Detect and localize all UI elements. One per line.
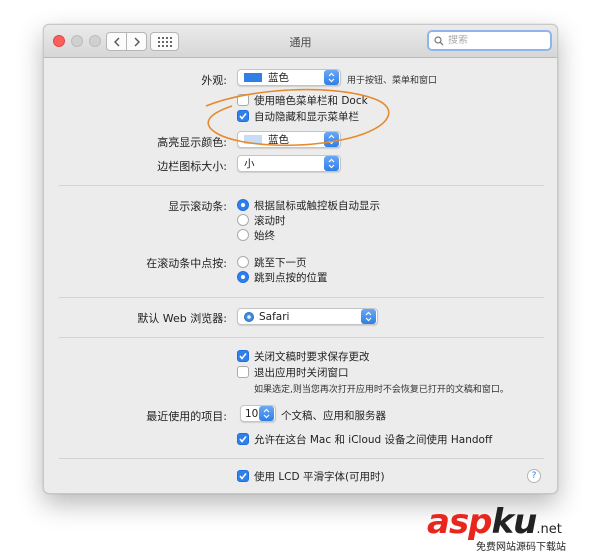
highlight-value: 蓝色 xyxy=(268,134,289,146)
close-windows-label: 退出应用时关闭窗口 xyxy=(254,367,349,379)
popup-arrows-icon xyxy=(324,70,339,85)
sidebar-icon-value: 小 xyxy=(244,158,255,170)
popup-arrows-icon xyxy=(324,132,339,147)
scrollbars-auto-radio[interactable] xyxy=(237,199,249,211)
highlight-label: 高亮显示颜色: xyxy=(157,136,227,149)
popup-arrows-icon xyxy=(324,156,339,171)
preferences-window: 通用 外观: 蓝色 用于按钮、菜单和窗口 使用暗色菜单栏和 Dock 自动隐藏和… xyxy=(43,24,558,494)
popup-arrows-icon xyxy=(259,406,274,421)
separator xyxy=(59,297,544,298)
lcd-smoothing-checkbox[interactable] xyxy=(237,470,249,482)
checkmark-icon xyxy=(239,473,247,480)
checkmark-icon xyxy=(239,113,247,120)
scrollbars-label: 显示滚动条: xyxy=(168,200,227,213)
auto-hide-menu-checkbox[interactable] xyxy=(237,110,249,122)
separator xyxy=(59,458,544,459)
search-icon xyxy=(434,35,444,45)
browser-label: 默认 Web 浏览器: xyxy=(137,312,227,325)
separator xyxy=(59,337,544,338)
checkmark-icon xyxy=(239,353,247,360)
close-windows-note: 如果选定,则当您再次打开应用时不会恢复已打开的文稿和窗口。 xyxy=(254,385,509,395)
recent-items-label: 最近使用的项目: xyxy=(146,410,227,423)
title-bar: 通用 xyxy=(44,25,557,58)
scroll-click-next-page-label: 跳至下一页 xyxy=(254,257,307,269)
scroll-click-spot-label: 跳到点按的位置 xyxy=(254,272,328,284)
auto-hide-menu-label: 自动隐藏和显示菜单栏 xyxy=(254,111,359,123)
watermark-tagline: 免费网站源码下载站 xyxy=(476,542,566,553)
appearance-hint: 用于按钮、菜单和窗口 xyxy=(347,76,438,86)
search-field[interactable] xyxy=(427,30,552,51)
scroll-click-spot-radio[interactable] xyxy=(237,271,249,283)
checkmark-icon xyxy=(239,436,247,443)
appearance-popup[interactable]: 蓝色 xyxy=(237,69,341,86)
appearance-label: 外观: xyxy=(201,74,227,87)
ask-save-label: 关闭文稿时要求保存更改 xyxy=(254,351,370,363)
browser-popup[interactable]: Safari xyxy=(237,308,378,325)
scrollbars-scrolling-radio[interactable] xyxy=(237,214,249,226)
scrollbars-always-label: 始终 xyxy=(254,230,275,242)
dark-menu-checkbox[interactable] xyxy=(237,94,249,106)
sidebar-icon-popup[interactable]: 小 xyxy=(237,155,341,172)
lcd-smoothing-label: 使用 LCD 平滑字体(可用时) xyxy=(254,471,385,483)
dark-menu-label: 使用暗色菜单栏和 Dock xyxy=(254,95,368,107)
recent-items-value: 10 xyxy=(245,407,259,420)
appearance-swatch xyxy=(244,73,262,82)
recent-items-suffix: 个文稿、应用和服务器 xyxy=(281,410,386,422)
sidebar-icon-label: 边栏图标大小: xyxy=(157,160,227,173)
close-windows-checkbox[interactable] xyxy=(237,366,249,378)
separator xyxy=(59,185,544,186)
search-input[interactable] xyxy=(444,35,539,46)
scrollbars-auto-label: 根据鼠标或触控板自动显示 xyxy=(254,200,380,212)
handoff-label: 允许在这台 Mac 和 iCloud 设备之间使用 Handoff xyxy=(254,434,493,446)
safari-icon xyxy=(244,311,254,322)
browser-value: Safari xyxy=(259,310,290,323)
scroll-click-label: 在滚动条中点按: xyxy=(146,257,227,270)
recent-items-popup[interactable]: 10 xyxy=(240,405,276,422)
popup-arrows-icon xyxy=(361,309,376,324)
scroll-click-next-page-radio[interactable] xyxy=(237,256,249,268)
ask-save-checkbox[interactable] xyxy=(237,350,249,362)
watermark-logo: aspku.net xyxy=(427,502,562,542)
scrollbars-always-radio[interactable] xyxy=(237,229,249,241)
handoff-checkbox[interactable] xyxy=(237,433,249,445)
appearance-value: 蓝色 xyxy=(268,72,289,84)
highlight-swatch xyxy=(244,135,262,144)
help-button[interactable]: ? xyxy=(527,469,541,483)
highlight-popup[interactable]: 蓝色 xyxy=(237,131,341,148)
scrollbars-scrolling-label: 滚动时 xyxy=(254,215,286,227)
